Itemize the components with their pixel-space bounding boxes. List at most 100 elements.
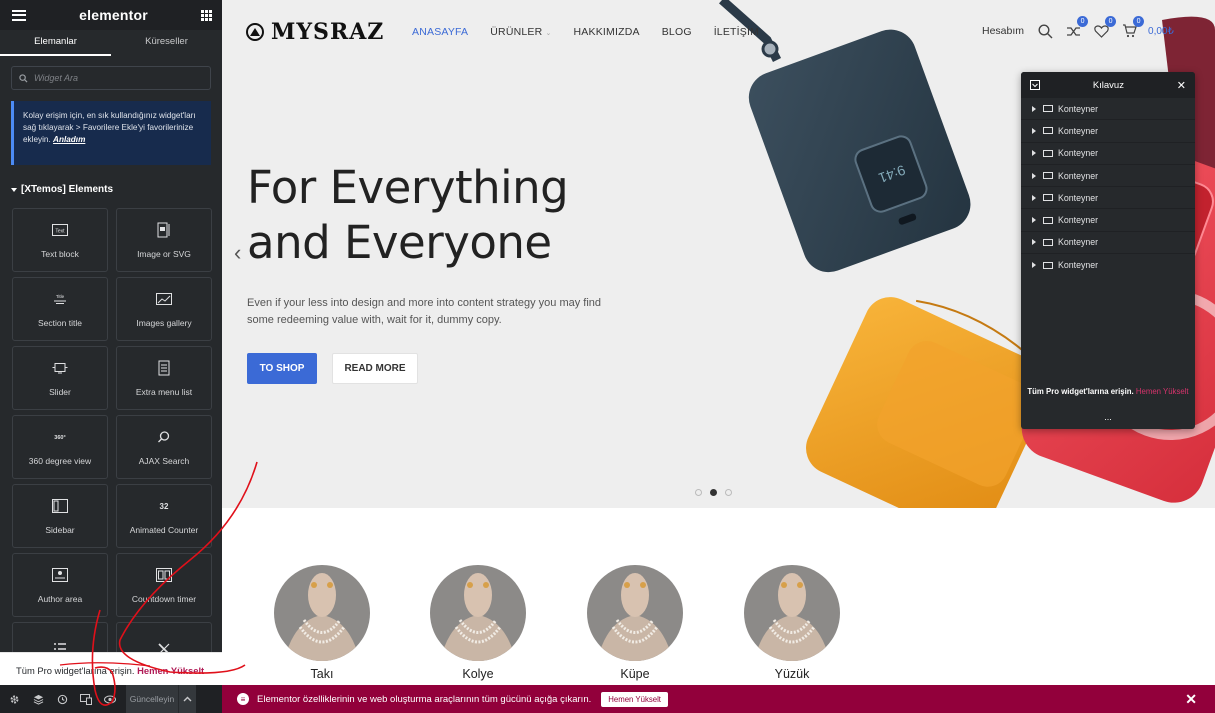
layers-icon[interactable] — [28, 685, 48, 713]
category-name[interactable]: Kolye — [430, 667, 526, 681]
wishlist-heart-icon[interactable]: 0 — [1092, 16, 1117, 40]
notice-dismiss-link[interactable]: Anladım — [53, 135, 85, 144]
widget-search-input[interactable] — [33, 73, 203, 83]
close-icon[interactable]: ✕ — [1185, 691, 1197, 708]
category-item[interactable]: Küpe — [587, 565, 683, 681]
container-icon — [1043, 149, 1053, 157]
widget-label: AJAX Search — [138, 456, 190, 466]
category-image[interactable] — [744, 565, 840, 661]
read-more-button[interactable]: READ MORE — [332, 353, 418, 384]
widget-category-header[interactable]: [XTemos] Elements — [11, 184, 222, 195]
navigator-item[interactable]: Konteyner — [1021, 232, 1195, 255]
responsive-mode-icon[interactable] — [76, 685, 96, 713]
widgets-grid-icon[interactable] — [201, 9, 212, 21]
navigator-item[interactable]: Konteyner — [1021, 209, 1195, 232]
site-preview: 9:41 MYSRAZ ANASAYFA ÜRÜNLER ⌄ HAKKIMIZD… — [222, 0, 1215, 685]
search-icon[interactable] — [1036, 22, 1054, 40]
account-link[interactable]: Hesabım — [982, 25, 1024, 37]
menu-item-contact[interactable]: İLETİŞİM — [714, 26, 759, 38]
navigator-item[interactable]: Konteyner — [1021, 165, 1195, 188]
close-icon[interactable]: ✕ — [1177, 79, 1186, 92]
site-logo-text: MYSRAZ — [271, 19, 385, 45]
category-image[interactable] — [587, 565, 683, 661]
navigator-resize-handle[interactable]: ... — [1021, 412, 1195, 422]
widget-extra-menu-list[interactable]: Extra menu list — [116, 346, 212, 410]
widget-image-svg[interactable]: Image or SVG — [116, 208, 212, 272]
widget-ajax-search[interactable]: AJAX Search — [116, 415, 212, 479]
navigator-item[interactable]: Konteyner — [1021, 143, 1195, 165]
slider-dot[interactable] — [695, 489, 702, 496]
widget-countdown-timer[interactable]: Countdown timer — [116, 553, 212, 617]
navigator-pro-link[interactable]: Hemen Yükselt — [1136, 387, 1189, 396]
chevron-up-icon[interactable] — [178, 685, 196, 713]
widget-images-gallery[interactable]: Images gallery — [116, 277, 212, 341]
menu-list-icon — [155, 359, 173, 377]
hero-prev-arrow[interactable]: ‹ — [234, 240, 241, 266]
navigator-item[interactable]: Konteyner — [1021, 187, 1195, 210]
category-image[interactable] — [274, 565, 370, 661]
cart-icon[interactable]: 0 — [1120, 16, 1145, 40]
countdown-icon — [155, 566, 173, 584]
widget-list[interactable] — [12, 622, 108, 653]
category-name[interactable]: Yüzük — [744, 667, 840, 681]
history-icon[interactable] — [52, 685, 72, 713]
navigator-item[interactable]: Konteyner — [1021, 254, 1195, 276]
category-name[interactable]: Küpe — [587, 667, 683, 681]
compare-shuffle-icon[interactable]: 0 — [1064, 16, 1089, 40]
menu-item-products-label: ÜRÜNLER — [490, 26, 543, 38]
category-item[interactable]: Yüzük — [744, 565, 840, 681]
tab-globals[interactable]: Küreseller — [111, 30, 222, 56]
widget-slider[interactable]: Slider — [12, 346, 108, 410]
widget-label: Animated Counter — [129, 525, 199, 535]
navigator-title: Kılavuz — [1092, 79, 1124, 91]
site-logo[interactable]: MYSRAZ — [246, 19, 384, 45]
panel-footer: Güncelleyin — [0, 685, 222, 713]
caret-down-icon — [11, 187, 17, 192]
tab-elements[interactable]: Elemanlar — [0, 30, 111, 56]
navigator-panel: Kılavuz ✕ Konteyner Konteyner Konteyner … — [1021, 72, 1195, 429]
hamburger-menu-icon[interactable] — [12, 9, 26, 21]
widget-section-title[interactable]: Title Section title — [12, 277, 108, 341]
widget-sidebar[interactable]: Sidebar — [12, 484, 108, 548]
cart-total[interactable]: 0,00₺ — [1148, 26, 1174, 37]
container-icon — [1043, 172, 1053, 180]
widget-label: Extra menu list — [135, 387, 193, 397]
category-image[interactable] — [430, 565, 526, 661]
to-shop-button[interactable]: TO SHOP — [247, 353, 317, 384]
menu-item-products[interactable]: ÜRÜNLER ⌄ — [490, 26, 551, 38]
promo-upgrade-button[interactable]: Hemen Yükselt — [601, 691, 668, 707]
widget-label: 360 degree view — [28, 456, 92, 466]
slider-dot-active[interactable] — [710, 489, 717, 496]
header-actions: Hesabım 0 0 0 0,00₺ — [982, 16, 1174, 40]
pro-upgrade-link[interactable]: Hemen Yükselt — [137, 665, 204, 676]
preview-eye-icon[interactable] — [100, 685, 120, 713]
svg-text:Text: Text — [55, 229, 65, 235]
category-name[interactable]: Takı — [274, 667, 370, 681]
widget-author-area[interactable]: Author area — [12, 553, 108, 617]
widget-search-box[interactable] — [11, 66, 211, 90]
category-item[interactable]: Takı — [274, 565, 370, 681]
slider-dot[interactable] — [725, 489, 732, 496]
settings-gear-icon[interactable] — [4, 685, 24, 713]
menu-item-blog[interactable]: BLOG — [662, 26, 692, 38]
navigator-item[interactable]: Konteyner — [1021, 120, 1195, 143]
container-icon — [1043, 238, 1053, 246]
collapse-all-icon[interactable] — [1030, 80, 1040, 90]
widget-360-view[interactable]: 360° 360 degree view — [12, 415, 108, 479]
chevron-down-icon: ⌄ — [545, 30, 552, 37]
pro-upgrade-text: Tüm Pro widget'larına erişin. — [16, 665, 135, 676]
widget-animated-counter[interactable]: 32 Animated Counter — [116, 484, 212, 548]
category-item[interactable]: Kolye — [430, 565, 526, 681]
main-menu: ANASAYFA ÜRÜNLER ⌄ HAKKIMIZDA BLOG İLETİŞ… — [412, 26, 781, 38]
menu-item-about[interactable]: HAKKIMIZDA — [574, 26, 640, 38]
sidebar-icon — [51, 497, 69, 515]
container-icon — [1043, 105, 1053, 113]
menu-item-home[interactable]: ANASAYFA — [412, 26, 468, 38]
navigator-item[interactable]: Konteyner — [1021, 98, 1195, 121]
widget-x-twitter[interactable] — [116, 622, 212, 653]
update-button[interactable]: Güncelleyin — [126, 685, 178, 713]
widget-text-block[interactable]: Text Text block — [12, 208, 108, 272]
navigator-item-label: Konteyner — [1058, 125, 1099, 136]
navigator-pro-text: Tüm Pro widget'larına erişin. — [1027, 387, 1134, 396]
elementor-panel: elementor Elemanlar Küreseller Kolay eri… — [0, 0, 222, 713]
